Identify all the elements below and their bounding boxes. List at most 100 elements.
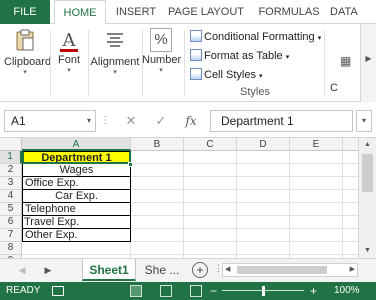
tab-data[interactable]: DATA	[330, 0, 376, 24]
number-label: Number	[142, 54, 182, 66]
insert-function-button[interactable]: fx	[180, 110, 202, 132]
status-ready: READY	[6, 285, 41, 296]
expand-formula-bar-icon[interactable]: ▾	[356, 110, 372, 132]
page-layout-view-icon[interactable]	[160, 285, 172, 297]
empty-cells[interactable]	[131, 151, 358, 258]
cell-a6[interactable]: Travel Exp.	[22, 216, 131, 229]
format-as-table-icon	[190, 49, 202, 61]
cell-a4[interactable]: Car Exp.	[22, 190, 131, 203]
row-header[interactable]: 4	[0, 190, 22, 203]
styles-group-label: Styles	[240, 86, 270, 98]
font-label: Font	[57, 54, 80, 66]
scroll-right-icon[interactable]: ▶	[350, 264, 355, 276]
zoom-slider-knob[interactable]	[262, 286, 265, 296]
page-break-view-icon[interactable]	[190, 285, 202, 297]
alignment-group[interactable]: Alignment ▾	[90, 28, 140, 77]
column-header[interactable]: A	[22, 138, 131, 151]
font-color-icon: A	[60, 28, 78, 52]
divider	[184, 30, 185, 96]
divider	[88, 30, 89, 96]
scroll-thumb[interactable]	[237, 266, 327, 274]
cell-a3[interactable]: Office Exp.	[22, 177, 131, 190]
chevron-down-icon: ▾	[86, 116, 91, 125]
conditional-formatting-icon	[190, 30, 202, 42]
column-header[interactable]	[343, 138, 358, 151]
fill-handle[interactable]	[128, 162, 133, 167]
chevron-down-icon: ▾	[285, 54, 290, 61]
normal-view-icon[interactable]	[130, 285, 142, 297]
clipboard-label: Clipboard	[4, 56, 52, 68]
tab-insert[interactable]: INSERT	[112, 0, 160, 24]
row-header[interactable]: 1	[0, 151, 22, 164]
tab-file[interactable]: FILE	[0, 0, 50, 24]
add-sheet-button[interactable]: +	[192, 262, 208, 278]
enter-button[interactable]: ✓	[150, 110, 172, 132]
column-header[interactable]: E	[290, 138, 343, 151]
font-group[interactable]: A Font ▾	[54, 28, 84, 75]
column-header[interactable]: C	[184, 138, 237, 151]
divider	[324, 30, 325, 96]
scroll-left-icon[interactable]: ◀	[225, 264, 230, 276]
chevron-down-icon: ▾	[259, 73, 263, 80]
format-as-table-button[interactable]: Format as Table ▾	[190, 47, 289, 65]
row-header[interactable]: 5	[0, 203, 22, 216]
status-bar: READY − + 100%	[0, 282, 376, 300]
horizontal-scrollbar[interactable]: ◀ ▶	[222, 263, 358, 277]
ribbon-tabs: FILE HOME INSERT PAGE LAYOUT FORMULAS DA…	[0, 0, 376, 25]
row-header[interactable]: 7	[0, 229, 22, 242]
ribbon-scroll-right-icon[interactable]: ▶	[360, 24, 376, 102]
number-group[interactable]: % Number ▾	[142, 28, 182, 75]
cancel-button[interactable]: ✕	[120, 110, 142, 132]
macro-record-icon[interactable]	[52, 286, 64, 296]
clipboard-icon	[13, 28, 37, 54]
row-header[interactable]: 8	[0, 242, 22, 255]
formula-bar: A1 ▾ ⋮ ✕ ✓ fx Department 1 ▾	[0, 102, 376, 138]
sheet-tab-bar: ◀ ▶ Sheet1 She ... + ⋮ ◀ ▶	[0, 258, 376, 282]
sheet-tab-sheet1[interactable]: Sheet1	[82, 259, 136, 281]
chevron-down-icon: ▾	[23, 69, 27, 76]
cell-a5[interactable]: Telephone	[22, 203, 131, 216]
row-header[interactable]: 2	[0, 164, 22, 177]
cell-styles-button[interactable]: Cell Styles ▾	[190, 66, 263, 84]
divider	[50, 30, 51, 96]
zoom-in-button[interactable]: +	[310, 282, 317, 300]
vertical-scrollbar[interactable]: ▲ ▼	[358, 138, 376, 258]
column-header[interactable]: D	[237, 138, 290, 151]
cell-a7[interactable]: Other Exp.	[22, 229, 131, 242]
scroll-up-icon[interactable]: ▲	[359, 138, 376, 152]
cells-icon[interactable]: ▦	[340, 54, 351, 68]
chevron-down-icon: ▾	[317, 35, 322, 42]
chevron-down-icon: ▾	[113, 69, 117, 76]
zoom-level[interactable]: 100%	[334, 282, 360, 300]
formula-bar-divider-icon: ⋮	[100, 115, 110, 126]
sheet-tab-other[interactable]: She ...	[140, 259, 184, 281]
tab-page-layout[interactable]: PAGE LAYOUT	[166, 0, 246, 24]
cell-a2[interactable]: Wages	[22, 164, 131, 177]
cell-styles-icon	[190, 68, 202, 80]
cell-a1[interactable]: Department 1	[22, 151, 131, 164]
tab-home[interactable]: HOME	[54, 0, 106, 25]
chevron-down-icon: ▾	[159, 67, 163, 74]
worksheet-grid[interactable]: A B C D E 1 2 3 4 5 6 7 8 9 Department 1…	[0, 138, 358, 258]
formula-input[interactable]: Department 1	[210, 110, 353, 132]
name-box[interactable]: A1 ▾	[4, 110, 96, 132]
column-header[interactable]: B	[131, 138, 184, 151]
chevron-down-icon: ▾	[67, 67, 71, 74]
conditional-formatting-button[interactable]: Conditional Formatting ▾	[190, 28, 321, 46]
scroll-down-icon[interactable]: ▼	[359, 244, 376, 258]
prev-sheet-icon[interactable]: ◀	[14, 259, 30, 281]
row-header[interactable]: 6	[0, 216, 22, 229]
alignment-label: Alignment	[90, 56, 140, 68]
clipboard-group[interactable]: Clipboard ▾	[4, 28, 52, 77]
row-header[interactable]: 3	[0, 177, 22, 190]
align-center-icon	[103, 28, 127, 54]
cells-group-label: C	[330, 82, 338, 94]
scroll-thumb[interactable]	[362, 154, 373, 192]
zoom-out-button[interactable]: −	[210, 282, 217, 300]
select-all-button[interactable]	[0, 138, 22, 151]
tab-formulas[interactable]: FORMULAS	[254, 0, 324, 24]
percent-icon: %	[150, 28, 172, 52]
empty-cells[interactable]	[22, 242, 131, 258]
ribbon: Clipboard ▾ A Font ▾ Alignment ▾ % Numbe…	[0, 24, 376, 102]
next-sheet-icon[interactable]: ▶	[40, 259, 56, 281]
